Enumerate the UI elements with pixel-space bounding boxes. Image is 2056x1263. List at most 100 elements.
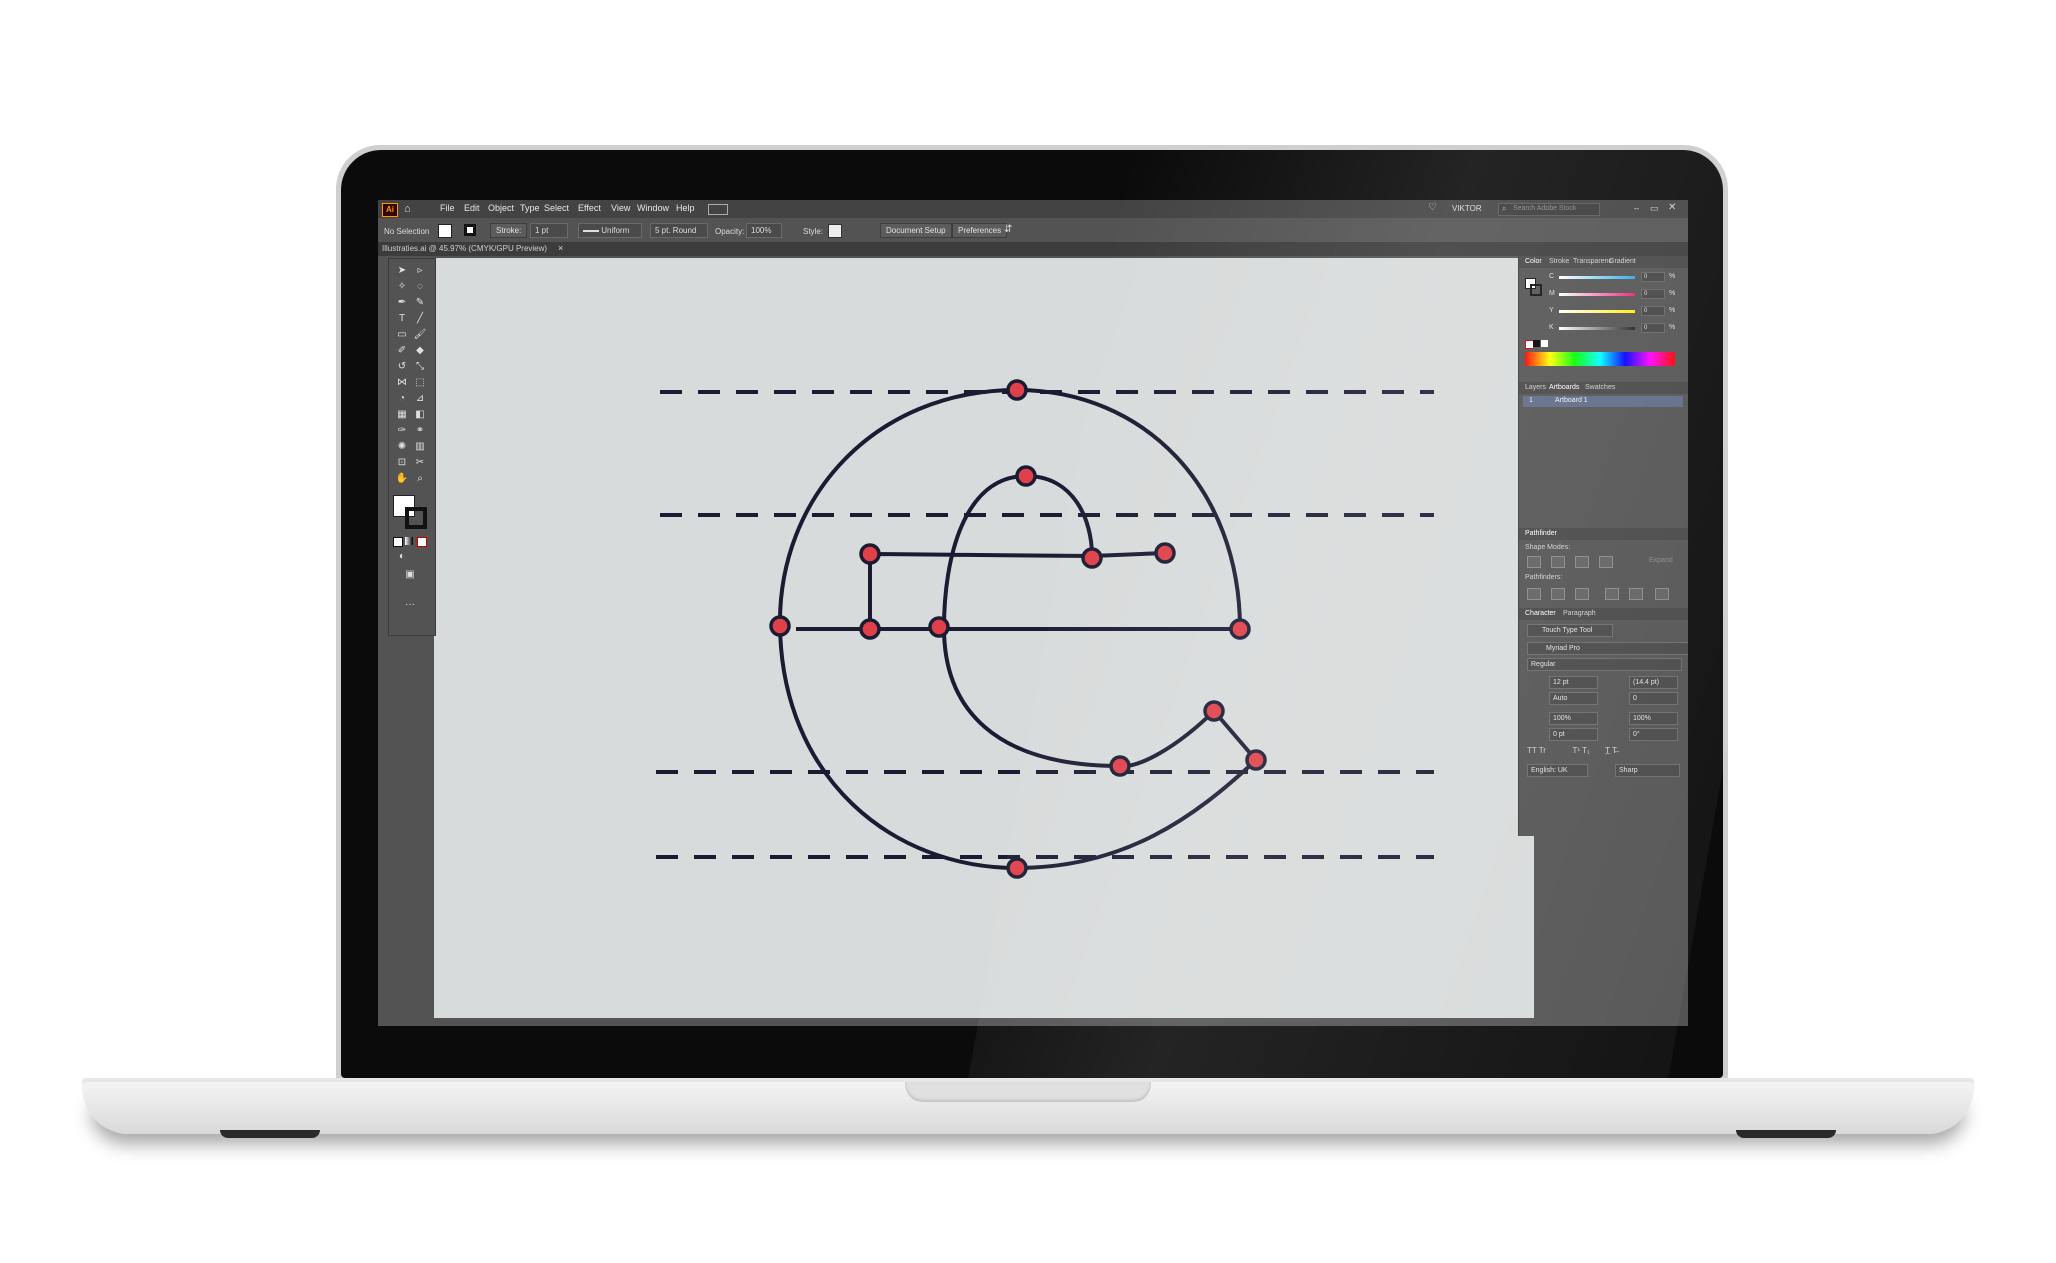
selection-tool-icon[interactable]: ➤ [395, 265, 409, 277]
channel-slider[interactable] [1559, 293, 1635, 296]
magic-wand-tool-icon[interactable]: ✧ [395, 281, 409, 293]
vertical-scale-input[interactable]: 100% [1549, 712, 1598, 725]
menu-type[interactable]: Type [520, 203, 540, 213]
tracking-input[interactable]: 0 [1629, 692, 1678, 705]
channel-value[interactable]: 0 [1641, 323, 1665, 333]
baseline-shift-input[interactable]: 0 pt [1549, 728, 1598, 741]
user-menu[interactable]: VIKTOR [1452, 204, 1482, 213]
lasso-tool-icon[interactable]: ◌ [413, 281, 427, 293]
menu-view[interactable]: View [611, 203, 630, 213]
tab-gradient[interactable]: Gradient [1609, 258, 1636, 265]
tab-artboards[interactable]: Artboards [1549, 384, 1579, 391]
text-transform-icons[interactable]: TT Tr T¹ T₁ T̲ T̶ [1527, 746, 1617, 755]
white-color-icon[interactable] [1541, 340, 1548, 347]
channel-value[interactable]: 0 [1641, 289, 1665, 299]
default-colors-icon[interactable] [393, 537, 403, 547]
shape-builder-tool-icon[interactable]: ◔ [395, 393, 409, 405]
none-swatch-icon[interactable] [417, 537, 427, 547]
tab-stroke[interactable]: Stroke [1549, 258, 1569, 265]
opacity-input[interactable]: 100% [746, 223, 782, 238]
menu-edit[interactable]: Edit [464, 203, 480, 213]
merge-button[interactable] [1575, 588, 1589, 600]
pen-tool-icon[interactable]: ✒ [395, 297, 409, 309]
crop-button[interactable] [1605, 588, 1619, 600]
lightbulb-icon[interactable]: ♡ [1428, 202, 1437, 213]
exclude-button[interactable] [1599, 556, 1613, 568]
channel-slider[interactable] [1559, 310, 1635, 313]
gradient-tool-icon[interactable]: ◧ [413, 409, 427, 421]
tab-paragraph[interactable]: Paragraph [1563, 610, 1596, 617]
menu-select[interactable]: Select [544, 203, 569, 213]
tab-swatches[interactable]: Swatches [1585, 384, 1615, 391]
perspective-grid-tool-icon[interactable]: ⊿ [413, 393, 427, 405]
rotate-tool-icon[interactable]: ↺ [395, 361, 409, 373]
menu-file[interactable]: File [440, 203, 455, 213]
direct-selection-tool-icon[interactable]: ▹ [413, 265, 427, 277]
gradient-swatch-icon[interactable] [405, 537, 413, 545]
paintbrush-tool-icon[interactable]: 🖌 [413, 329, 427, 341]
curvature-tool-icon[interactable]: ✎ [413, 297, 427, 309]
maximize-button[interactable]: ▭ [1650, 203, 1659, 214]
free-transform-tool-icon[interactable]: ⬚ [413, 377, 427, 389]
artboard-list-row[interactable]: 1 Artboard 1 [1523, 396, 1683, 407]
eraser-tool-icon[interactable]: ◆ [413, 345, 427, 357]
menu-help[interactable]: Help [676, 203, 695, 213]
rectangle-tool-icon[interactable]: ▭ [395, 329, 409, 341]
character-rotation-input[interactable]: 0° [1629, 728, 1678, 741]
mesh-tool-icon[interactable]: ▦ [395, 409, 409, 421]
close-window-button[interactable]: ✕ [1668, 202, 1676, 213]
expand-button[interactable]: Expand [1649, 557, 1673, 564]
channel-slider[interactable] [1559, 276, 1635, 279]
minus-back-button[interactable] [1655, 588, 1669, 600]
search-field[interactable]: ⌕ Search Adobe Stock [1498, 203, 1600, 216]
style-swatch[interactable] [828, 224, 842, 238]
preferences-button[interactable]: Preferences [952, 223, 1008, 238]
tab-character[interactable]: Character [1525, 610, 1556, 617]
font-family-select[interactable]: Myriad Pro [1527, 642, 1688, 655]
stroke-color-swatch[interactable] [405, 507, 427, 529]
scale-tool-icon[interactable]: ⤡ [413, 361, 427, 373]
letter-e-artwork[interactable] [434, 258, 1534, 1018]
language-select[interactable]: English: UK [1527, 764, 1588, 777]
brush-definition[interactable]: 5 pt. Round [650, 223, 708, 238]
unite-button[interactable] [1527, 556, 1541, 568]
minus-front-button[interactable] [1551, 556, 1565, 568]
variable-width-profile[interactable]: Uniform [578, 223, 642, 238]
channel-slider[interactable] [1559, 327, 1635, 330]
menu-effect[interactable]: Effect [578, 203, 601, 213]
shaper-tool-icon[interactable]: ✐ [395, 345, 409, 357]
tab-layers[interactable]: Layers [1525, 384, 1546, 391]
artboard-tool-icon[interactable]: ⊡ [395, 457, 409, 469]
symbol-sprayer-tool-icon[interactable]: ✺ [395, 441, 409, 453]
touch-type-tool-button[interactable]: Touch Type Tool [1527, 624, 1613, 637]
black-color-icon[interactable] [1533, 340, 1540, 347]
hand-tool-icon[interactable]: ✋ [395, 473, 409, 485]
channel-value[interactable]: 0 [1641, 272, 1665, 282]
menu-object[interactable]: Object [488, 203, 514, 213]
intersect-button[interactable] [1575, 556, 1589, 568]
canvas[interactable] [434, 258, 1534, 1018]
tab-color[interactable]: Color [1525, 258, 1542, 265]
menu-window[interactable]: Window [637, 203, 669, 213]
leading-input[interactable]: (14.4 pt) [1629, 676, 1678, 689]
column-graph-tool-icon[interactable]: ▥ [413, 441, 427, 453]
minimize-button[interactable]: – [1634, 203, 1639, 213]
channel-value[interactable]: 0 [1641, 306, 1665, 316]
outline-button[interactable] [1629, 588, 1643, 600]
width-tool-icon[interactable]: ⋈ [395, 377, 409, 389]
line-tool-icon[interactable]: ╱ [413, 313, 427, 325]
close-tab-icon[interactable]: × [558, 243, 563, 253]
document-tab[interactable]: Illustraties.ai @ 45.97% (CMYK/GPU Previ… [382, 244, 547, 253]
font-size-input[interactable]: 12 pt [1549, 676, 1598, 689]
type-tool-icon[interactable]: T [395, 313, 409, 325]
font-style-select[interactable]: Regular [1527, 658, 1682, 671]
stroke-weight-input[interactable]: 1 pt [530, 223, 568, 238]
fill-swatch[interactable] [438, 224, 452, 238]
stroke-label[interactable]: Stroke: [490, 223, 528, 238]
antialias-select[interactable]: Sharp [1615, 764, 1680, 777]
divide-button[interactable] [1527, 588, 1541, 600]
tab-transparency[interactable]: Transparenc [1573, 258, 1612, 265]
draw-mode-icon[interactable]: ◐ [395, 551, 409, 563]
color-spectrum[interactable] [1525, 352, 1675, 366]
document-setup-button[interactable]: Document Setup [880, 223, 952, 238]
